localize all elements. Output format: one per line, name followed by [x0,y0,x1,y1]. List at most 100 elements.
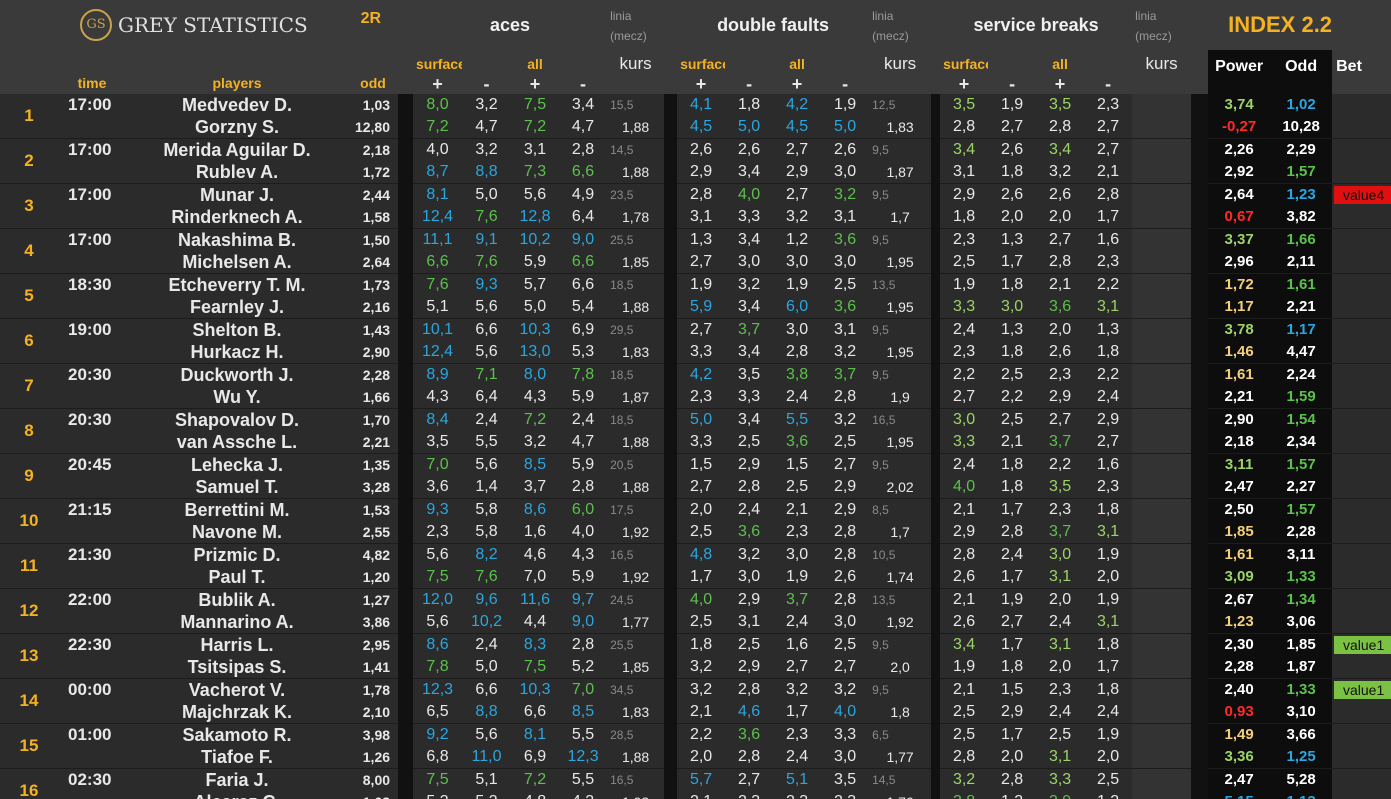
stat-value: 2,4 [952,321,976,338]
stat-value: 2,1 [785,501,809,518]
stat-value: 3,0 [773,251,822,274]
stat-value: 3,6 [773,431,822,454]
stat-value: 6,9 [511,746,560,769]
stat-value: 1,6 [785,636,809,653]
column-separator [931,633,941,656]
player-name: Duckworth J. [180,365,294,385]
stat-value: 3,1 [821,206,870,229]
odd-value: 1,17 [1270,318,1333,341]
player-name: Medvedev D. [181,95,293,115]
column-separator [1191,94,1209,116]
column-separator [931,566,941,589]
power-value: 2,26 [1208,138,1271,161]
match-time: 20:30 [58,363,126,409]
power-value: 2,50 [1208,498,1271,521]
odd-value: 3,11 [1270,543,1333,566]
empty-cell [1132,746,1192,769]
stat-value: 6,6 [413,251,463,274]
column-separator [398,251,414,274]
column-separator [398,791,414,799]
bet-cell [1332,746,1391,769]
stat-value: 4,7 [462,116,512,139]
stat-value: 2,8 [571,636,595,653]
player-name: Navone M. [126,521,348,544]
power-value: 2,47 [1208,768,1271,791]
stat-value: 1,9 [1096,726,1120,743]
plus-label: + [791,74,803,94]
empty-cell [1132,386,1192,409]
bet-cell: value1 [1332,679,1391,702]
stat-value: 5,5 [785,411,809,428]
player-name: Samuel T. [126,476,348,499]
column-separator [398,341,414,364]
stat-value: 7,6 [426,276,449,293]
stat-value: 2,8 [988,521,1037,544]
odd-value: 2,24 [1270,363,1333,386]
odd-value: 3,06 [1270,611,1333,634]
odd-value: 3,66 [1270,723,1333,746]
all-minus-header: - [1084,50,1133,94]
stat-value: 2,0 [1084,746,1133,769]
stat-value: 3,0 [821,161,870,184]
stat-value: 3,7 [737,321,761,338]
line-value: 34,5 [610,683,634,697]
power-value: 3,09 [1208,566,1271,589]
stat-value: 6,4 [462,386,512,409]
empty-cell [1132,408,1192,431]
stat-value: 6,5 [413,701,463,724]
stat-value: 2,0 [1048,321,1072,338]
stat-value: 5,9 [511,251,560,274]
stat-value: 2,0 [988,206,1037,229]
linia-label: linia [872,9,894,23]
stat-value: 5,6 [462,341,512,364]
stat-value: 1,7 [988,251,1037,274]
stat-value: 3,3 [940,296,989,319]
stat-value: 1,8 [988,161,1037,184]
stat-value: 2,9 [952,186,976,203]
stat-value: 10,3 [519,681,551,698]
minus-label: - [842,74,849,94]
stat-value: 12,3 [559,746,608,769]
stat-value: 2,4 [475,411,498,428]
table-row: Hurkacz H. 2,90 12,4 5,6 13,0 5,3 1,83 3,3 3,4 2,… [0,341,1391,364]
minus-label: - [580,74,587,94]
line-value: 28,5 [610,728,634,742]
stat-value: 1,7 [1000,501,1024,518]
stat-value: 3,7 [1036,431,1085,454]
match-time: 17:00 [58,228,126,274]
stat-value: 12,0 [421,591,454,608]
player-odd: 1,26 [348,746,399,769]
stat-value: 2,5 [737,636,761,653]
table-row: 14 00:00 Vacherot V. 1,78 12,3 6,6 10,3 7,0 34,5… [0,678,1391,724]
power-value: 0,93 [1208,701,1271,724]
bet-cell [1332,544,1391,567]
column-separator [664,94,678,116]
stat-value: 6,9 [571,321,595,338]
stat-value: 3,5 [833,771,857,788]
stat-value: 2,7 [785,186,809,203]
column-separator [664,183,678,206]
stat-value: 2,7 [988,116,1037,139]
stat-value: 3,1 [1084,296,1133,319]
stat-value: 2,3 [1096,96,1120,113]
stat-value: 3,4 [1048,141,1072,158]
odd2-header: Odd [1270,50,1333,94]
line-value: 16,5 [610,773,634,787]
plus-label: + [1054,74,1066,94]
line-value: 9,5 [872,233,889,247]
empty-cell [1132,723,1192,746]
empty-cell [1132,161,1192,184]
stat-value: 2,6 [737,141,761,158]
stat-value: 12,4 [413,206,463,229]
stat-value: 2,7 [988,611,1037,634]
power-value: 3,36 [1208,746,1271,769]
match-time: 22:00 [58,588,126,634]
table-row: Navone M. 2,55 2,3 5,8 1,6 4,0 1,92 2,5 3,6 2,3 2,… [0,521,1391,544]
stat-value: 5,6 [413,611,463,634]
stat-value: 3,5 [413,431,463,454]
power-value: 2,92 [1208,161,1271,184]
stat-value: 6,6 [559,251,608,274]
stat-value: 7,1 [475,366,498,383]
bet-cell [1332,611,1391,634]
line-value: 15,5 [610,98,634,112]
